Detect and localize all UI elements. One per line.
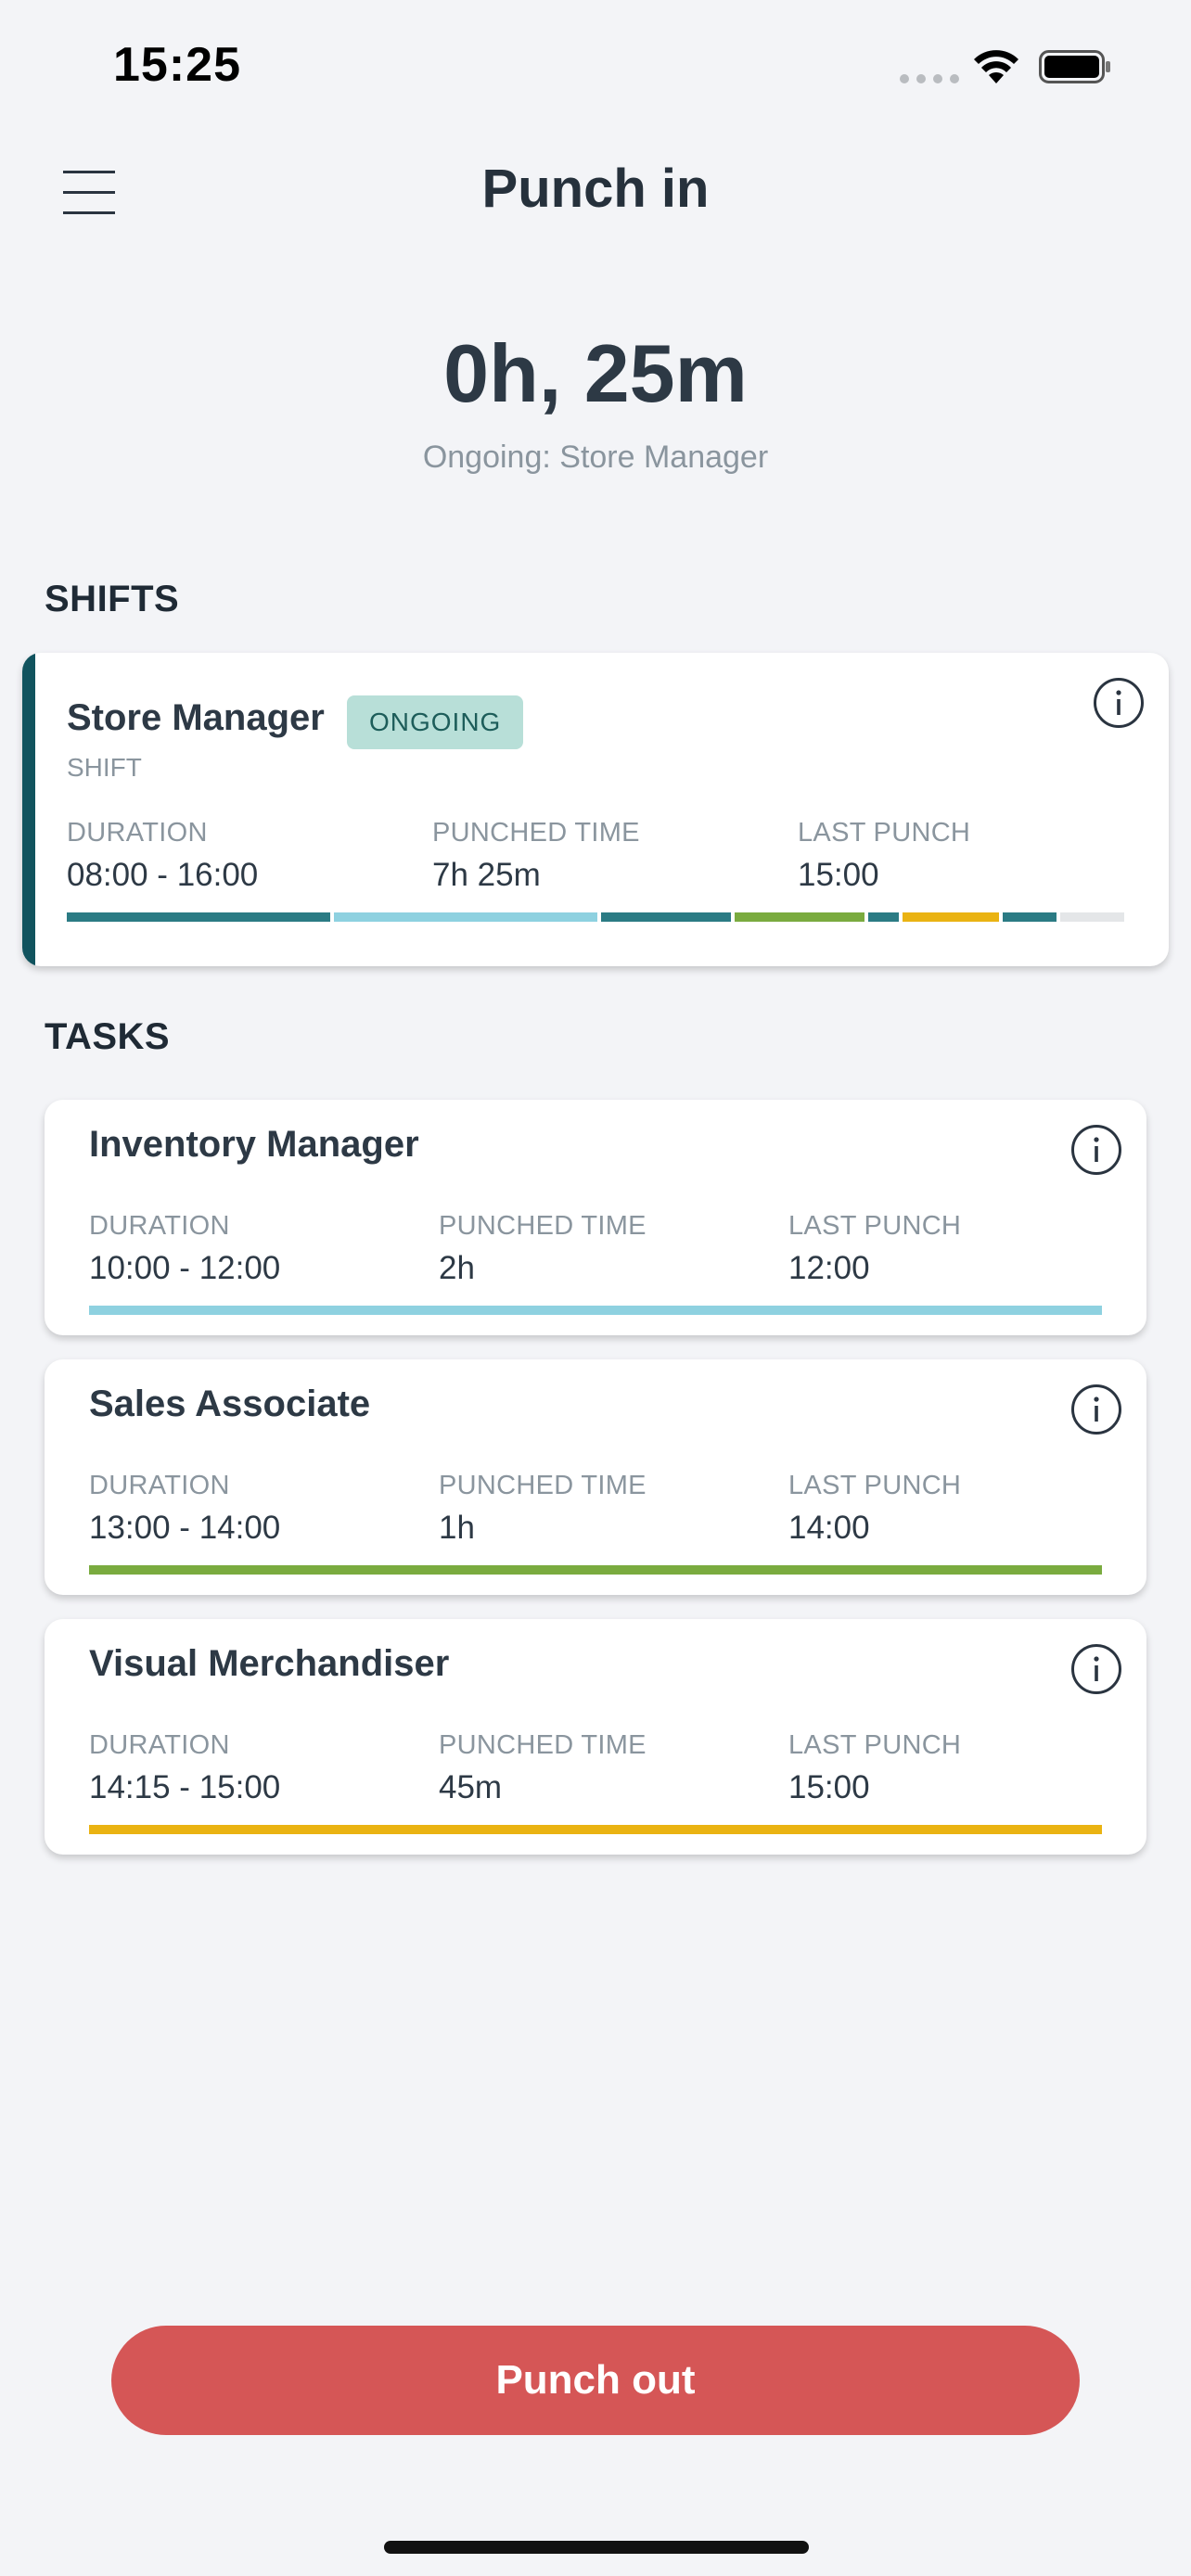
duration-label: DURATION [89,1730,230,1760]
last-punch-value: 15:00 [788,1769,870,1805]
last-punch-label: LAST PUNCH [798,818,971,848]
timeline-segment [735,912,864,922]
shift-title: Store Manager [67,697,325,738]
timeline-segment [67,912,330,922]
last-punch-value: 15:00 [798,857,879,893]
punched-time-label: PUNCHED TIME [439,1211,647,1241]
last-punch-value: 14:00 [788,1510,870,1546]
wifi-icon [974,50,1018,83]
last-punch-label: LAST PUNCH [788,1730,962,1760]
info-icon[interactable] [1070,1124,1122,1176]
status-badge: ONGOING [347,695,524,749]
task-title: Sales Associate [89,1384,371,1424]
punch-out-button[interactable]: Punch out [111,2326,1080,2435]
last-punch-value: 12:00 [788,1250,870,1286]
duration-label: DURATION [89,1471,230,1500]
ongoing-label: Ongoing: Store Manager [422,440,769,475]
task-card[interactable]: Inventory Manager DURATION PUNCHED TIME … [45,1100,1146,1335]
punched-time-label: PUNCHED TIME [432,818,640,848]
task-progress-bar [89,1306,1102,1315]
duration-value: 14:15 - 15:00 [89,1769,281,1805]
timeline-segment [1003,912,1057,922]
task-title: Inventory Manager [89,1124,419,1165]
punched-time-label: PUNCHED TIME [439,1730,647,1760]
shift-card[interactable]: Store Manager ONGOING SHIFT DURATION PUN… [22,653,1169,966]
info-icon[interactable] [1070,1643,1122,1695]
battery-icon [1039,50,1110,83]
shift-type-label: SHIFT [67,753,142,782]
task-progress-bar [89,1565,1102,1575]
status-time: 15:25 [113,38,241,92]
last-punch-label: LAST PUNCH [788,1211,962,1241]
timeline-segment-remaining [1060,912,1124,922]
punched-time-value: 45m [439,1769,503,1805]
shift-timeline-bar [67,912,1124,922]
punched-time-label: PUNCHED TIME [439,1471,647,1500]
info-icon[interactable] [1070,1384,1122,1435]
duration-value: 08:00 - 16:00 [67,857,259,893]
timeline-segment [601,912,731,922]
duration-label: DURATION [89,1211,230,1241]
punched-time-value: 2h [439,1250,475,1286]
task-title: Visual Merchandiser [89,1643,450,1684]
info-icon[interactable] [1093,677,1145,729]
timeline-segment [868,912,899,922]
punched-time-value: 1h [439,1510,475,1546]
tasks-heading: TASKS [45,1016,171,1057]
page-title: Punch in [481,159,710,219]
timeline-segment [903,912,999,922]
punched-time-value: 7h 25m [432,857,541,893]
timeline-segment [334,912,597,922]
home-indicator [384,2541,809,2554]
task-progress-bar [89,1825,1102,1834]
duration-value: 10:00 - 12:00 [89,1250,281,1286]
elapsed-time: 0h, 25m [443,327,748,419]
shift-accent-stripe [22,653,35,966]
cellular-signal-icon [900,74,959,85]
last-punch-label: LAST PUNCH [788,1471,962,1500]
task-card[interactable]: Visual Merchandiser DURATION PUNCHED TIM… [45,1619,1146,1855]
task-card[interactable]: Sales Associate DURATION PUNCHED TIME LA… [45,1359,1146,1595]
duration-label: DURATION [67,818,208,848]
duration-value: 13:00 - 14:00 [89,1510,281,1546]
shifts-heading: SHIFTS [45,579,180,619]
status-bar: 15:25 [0,0,1191,139]
